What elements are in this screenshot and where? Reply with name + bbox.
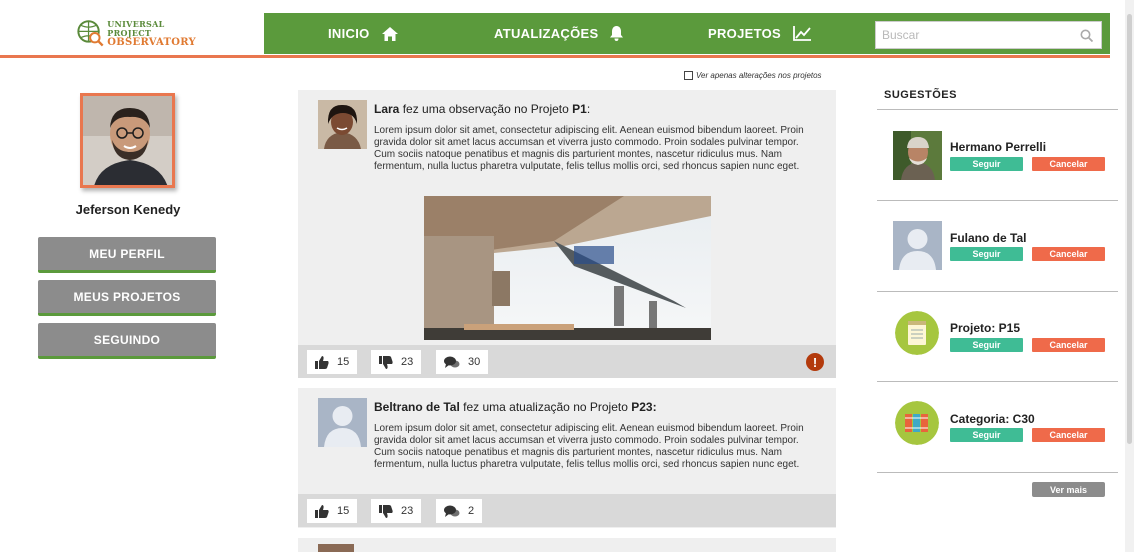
bell-icon xyxy=(610,26,624,41)
dislike-count: 23 xyxy=(401,505,414,517)
thumbs-down-icon xyxy=(379,355,393,369)
post-action: fez uma observação no Projeto xyxy=(399,102,573,116)
post-header: Beltrano de Tal fez uma atualização no P… xyxy=(374,400,657,414)
like-button[interactable]: 15 xyxy=(307,350,358,374)
home-icon xyxy=(381,26,398,41)
post-body: Lorem ipsum dolor sit amet, consectetur … xyxy=(374,423,804,470)
follow-button[interactable]: Seguir xyxy=(950,428,1023,442)
post-body: Lorem ipsum dolor sit amet, consectetur … xyxy=(374,125,804,172)
suggestion-photo[interactable] xyxy=(893,221,942,270)
comment-button[interactable]: 2 xyxy=(436,499,483,523)
suggestion-photo[interactable] xyxy=(893,131,942,180)
follow-button[interactable]: Seguir xyxy=(950,247,1023,261)
comments-icon xyxy=(444,505,460,517)
default-avatar-icon xyxy=(318,398,367,447)
comment-count: 30 xyxy=(468,356,481,368)
feed-post: Lara fez uma observação no Projeto P1: L… xyxy=(298,90,836,378)
post-reactions-bar: 15 23 2 xyxy=(298,494,836,527)
profile-photo xyxy=(83,96,172,185)
thumbs-up-icon xyxy=(315,355,329,369)
profile-name: Jeferson Kenedy xyxy=(75,202,181,217)
post-header: Lara fez uma observação no Projeto P1: xyxy=(374,102,590,116)
nav-home-label: INICIO xyxy=(328,26,370,41)
suggestion-name[interactable]: Projeto: P15 xyxy=(950,321,1020,335)
following-button[interactable]: SEGUINDO xyxy=(38,323,216,359)
post-author-avatar[interactable] xyxy=(318,544,354,552)
suggestion-photo[interactable] xyxy=(895,401,939,445)
post-reactions-bar: 15 23 30 ! xyxy=(298,345,836,378)
search-icon[interactable] xyxy=(1080,29,1093,42)
post-action: fez uma atualização no Projeto xyxy=(459,400,632,414)
my-profile-button[interactable]: MEU PERFIL xyxy=(38,237,216,273)
cancel-button[interactable]: Cancelar xyxy=(1032,338,1105,352)
suggestion-photo[interactable] xyxy=(895,311,939,355)
books-icon xyxy=(895,401,939,445)
search-box[interactable] xyxy=(875,21,1102,49)
cancel-button[interactable]: Cancelar xyxy=(1032,157,1105,171)
see-more-button[interactable]: Ver mais xyxy=(1032,482,1105,497)
post-suffix: : xyxy=(586,102,591,116)
suggestion-name[interactable]: Hermano Perrelli xyxy=(950,140,1046,154)
header: UNIVERSAL PROJECT OBSERVATORY INICIO ATU… xyxy=(0,10,1120,58)
nav-updates-label: ATUALIZAÇÕES xyxy=(494,26,599,41)
nav-projects-label: PROJETOS xyxy=(708,26,781,41)
divider xyxy=(877,109,1118,110)
logo-text: UNIVERSAL PROJECT OBSERVATORY xyxy=(107,19,196,48)
logo[interactable]: UNIVERSAL PROJECT OBSERVATORY xyxy=(76,13,196,53)
feed-post: Beltrano de Tal fez uma atualização no P… xyxy=(298,388,836,528)
divider xyxy=(877,200,1118,201)
line-chart-icon xyxy=(793,26,811,41)
comment-count: 2 xyxy=(468,505,475,517)
alert-icon[interactable]: ! xyxy=(806,353,824,371)
author-photo xyxy=(318,100,367,149)
comment-button[interactable]: 30 xyxy=(436,350,489,374)
like-count: 15 xyxy=(337,505,350,517)
follow-button[interactable]: Seguir xyxy=(950,157,1023,171)
nav-home[interactable]: INICIO xyxy=(328,13,398,54)
thumbs-up-icon xyxy=(315,504,329,518)
bridge-photo xyxy=(424,196,711,340)
my-projects-button[interactable]: MEUS PROJETOS xyxy=(38,280,216,316)
thumbs-down-icon xyxy=(379,504,393,518)
divider xyxy=(877,472,1118,473)
post-author[interactable]: Beltrano de Tal xyxy=(374,400,460,414)
suggestion-name[interactable]: Categoria: C30 xyxy=(950,412,1035,426)
post-author-avatar[interactable] xyxy=(318,100,367,149)
post-suffix: : xyxy=(652,400,657,414)
post-project[interactable]: P23 xyxy=(631,400,652,414)
scrollbar-thumb[interactable] xyxy=(1127,14,1132,444)
cancel-button[interactable]: Cancelar xyxy=(1032,428,1105,442)
header-accent-line xyxy=(0,55,1110,58)
notepad-icon xyxy=(895,311,939,355)
like-count: 15 xyxy=(337,356,350,368)
comments-icon xyxy=(444,356,460,368)
cancel-button[interactable]: Cancelar xyxy=(1032,247,1105,261)
logo-line-3: OBSERVATORY xyxy=(107,36,196,48)
divider xyxy=(877,291,1118,292)
post-author[interactable]: Lara xyxy=(374,102,399,116)
dislike-count: 23 xyxy=(401,356,414,368)
globe-logo-icon xyxy=(77,20,104,47)
follow-button[interactable]: Seguir xyxy=(950,338,1023,352)
filter-checkbox[interactable] xyxy=(684,71,693,80)
feed-post xyxy=(298,538,836,552)
suggestion-name[interactable]: Fulano de Tal xyxy=(950,231,1026,245)
project-changes-filter[interactable]: Ver apenas alterações nos projetos xyxy=(684,71,822,80)
suggestions-title: SUGESTÕES xyxy=(884,89,957,101)
like-button[interactable]: 15 xyxy=(307,499,358,523)
search-input[interactable] xyxy=(882,28,1062,42)
post-author-avatar[interactable] xyxy=(318,398,367,447)
nav-updates[interactable]: ATUALIZAÇÕES xyxy=(494,13,624,54)
default-avatar-icon xyxy=(893,221,942,270)
divider xyxy=(877,381,1118,382)
profile-avatar[interactable] xyxy=(80,93,175,188)
post-project[interactable]: P1 xyxy=(572,102,587,116)
dislike-button[interactable]: 23 xyxy=(371,350,422,374)
post-image[interactable] xyxy=(424,196,711,340)
nav-projects[interactable]: PROJETOS xyxy=(708,13,811,54)
dislike-button[interactable]: 23 xyxy=(371,499,422,523)
filter-label: Ver apenas alterações nos projetos xyxy=(696,71,822,80)
person-photo xyxy=(893,131,942,180)
